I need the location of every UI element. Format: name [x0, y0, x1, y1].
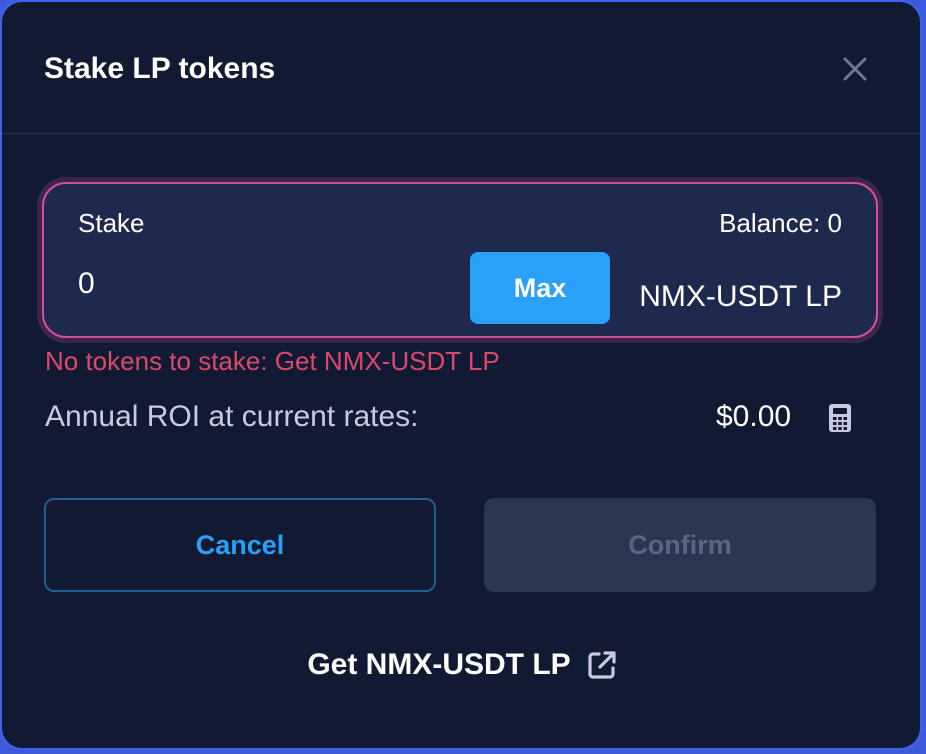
balance-text: Balance: 0 — [719, 208, 842, 238]
modal-title: Stake LP tokens — [44, 52, 276, 85]
error-message: No tokens to stake: Get NMX-USDT LP — [45, 346, 500, 376]
max-button[interactable]: Max — [470, 252, 610, 324]
roi-label: Annual ROI at current rates: — [45, 400, 419, 433]
stake-amount-input[interactable] — [78, 262, 458, 306]
cancel-button[interactable]: Cancel — [44, 498, 436, 592]
get-lp-link-label: Get NMX-USDT LP — [307, 648, 571, 681]
roi-value: $0.00 — [716, 400, 792, 433]
token-name: NMX-USDT LP — [639, 280, 842, 313]
stake-modal: Stake LP tokens Stake Balance: 0 Max NMX… — [0, 0, 922, 750]
confirm-button[interactable]: Confirm — [484, 498, 876, 592]
close-icon[interactable] — [838, 52, 872, 86]
stake-label: Stake — [78, 208, 145, 238]
stake-input-panel: Stake Balance: 0 Max NMX-USDT LP — [42, 182, 878, 338]
get-lp-link[interactable]: Get NMX-USDT LP — [2, 648, 920, 682]
calculator-icon[interactable] — [828, 403, 852, 433]
modal-header: Stake LP tokens — [2, 2, 920, 134]
external-link-icon — [588, 651, 616, 679]
